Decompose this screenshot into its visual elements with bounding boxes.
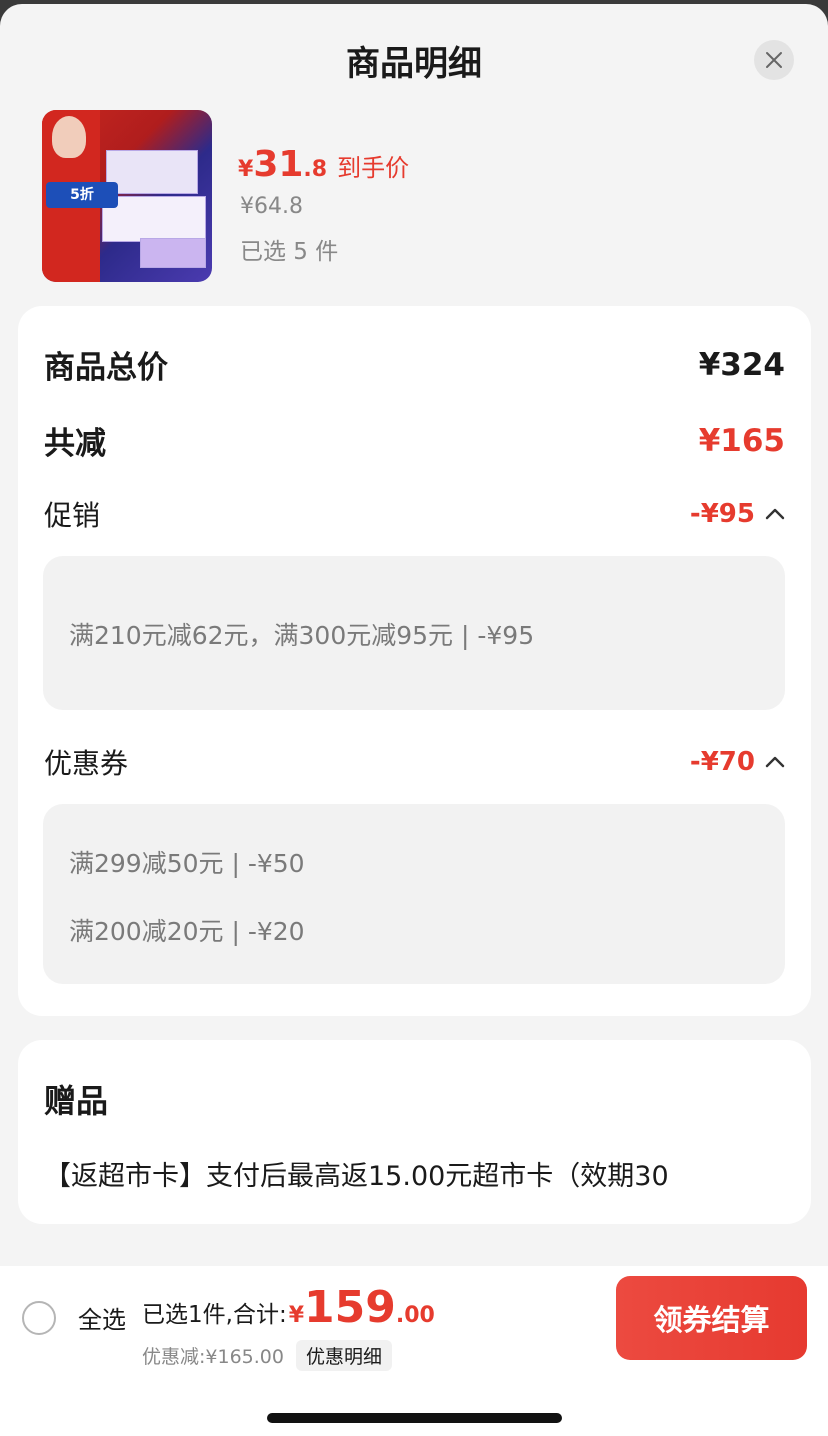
total-value: ¥324 xyxy=(698,346,785,383)
final-price: ¥ 31 .8 到手价 xyxy=(238,144,409,185)
promotion-details: 满210元减62元，满300元减95元 | -¥95 xyxy=(43,556,785,710)
close-button[interactable] xyxy=(754,40,794,80)
promotion-row[interactable]: 促销 -¥95 xyxy=(44,494,785,534)
select-all-radio[interactable] xyxy=(22,1301,56,1335)
summary-decimal: .00 xyxy=(395,1303,435,1328)
total-row: 商品总价 ¥324 xyxy=(44,342,785,387)
price-decimal: .8 xyxy=(303,157,328,182)
price-symbol: ¥ xyxy=(238,157,254,182)
order-summary: 已选1件,合计: ¥ 159 .00 xyxy=(142,1282,435,1333)
close-icon xyxy=(766,52,782,68)
discount-detail-button[interactable]: 优惠明细 xyxy=(295,1340,392,1371)
product-image-badge: 5折 xyxy=(46,182,118,208)
sheet-title: 商品明细 xyxy=(346,44,482,84)
promotion-value: -¥95 xyxy=(689,499,755,529)
summary-symbol: ¥ xyxy=(288,1303,305,1328)
price-tag: 到手价 xyxy=(337,154,410,182)
promotion-value-group: -¥95 xyxy=(690,499,785,529)
price-breakdown-card: 商品总价 ¥324 共减 ¥165 促销 -¥95 满210元减62元，满300… xyxy=(18,306,811,1016)
chevron-up-icon[interactable] xyxy=(765,507,785,521)
total-label: 商品总价 xyxy=(44,350,168,386)
home-indicator xyxy=(267,1413,562,1423)
coupon-details: 满299减50元 | -¥50 满200减20元 | -¥20 xyxy=(43,804,785,984)
detail-sheet: 商品明细 5折 ¥ 31 .8 到手价 ¥64.8 已选 5 件 商品总价 ¥3… xyxy=(0,4,828,1436)
gift-card: 赠品 【返超市卡】支付后最高返15.00元超市卡（效期30 xyxy=(18,1040,811,1224)
discount-line: 优惠减:¥165.00 优惠明细 xyxy=(142,1340,392,1371)
reduce-value: ¥165 xyxy=(698,422,785,459)
coupon-detail-item: 满299减50元 | -¥50 xyxy=(69,849,305,878)
summary-integer: 159 xyxy=(304,1282,396,1333)
coupon-row[interactable]: 优惠券 -¥70 xyxy=(44,742,785,782)
chevron-up-icon[interactable] xyxy=(765,755,785,769)
original-price: ¥64.8 xyxy=(240,194,303,219)
price-integer: 31 xyxy=(253,144,304,185)
checkout-bar: 全选 已选1件,合计: ¥ 159 .00 优惠减:¥165.00 优惠明细 领… xyxy=(0,1266,828,1436)
coupon-label: 优惠券 xyxy=(44,747,129,780)
selected-count: 已选 5 件 xyxy=(240,239,339,265)
gift-description: 【返超市卡】支付后最高返15.00元超市卡（效期30 xyxy=(44,1161,669,1192)
discount-text: 优惠减:¥165.00 xyxy=(142,1346,284,1368)
promotion-detail-item: 满210元减62元，满300元减95元 | -¥95 xyxy=(69,621,535,650)
reduce-label: 共减 xyxy=(44,426,106,462)
coupon-value-group: -¥70 xyxy=(690,747,785,777)
promotion-label: 促销 xyxy=(44,499,101,532)
checkout-button[interactable]: 领券结算 xyxy=(616,1276,807,1360)
summary-label: 已选1件,合计: xyxy=(142,1302,287,1328)
coupon-detail-item: 满200减20元 | -¥20 xyxy=(69,917,305,946)
reduce-row: 共减 ¥165 xyxy=(44,418,785,463)
gift-title: 赠品 xyxy=(44,1082,109,1120)
select-all-label[interactable]: 全选 xyxy=(78,1300,126,1335)
coupon-value: -¥70 xyxy=(689,747,755,777)
product-image: 5折 xyxy=(42,110,212,282)
